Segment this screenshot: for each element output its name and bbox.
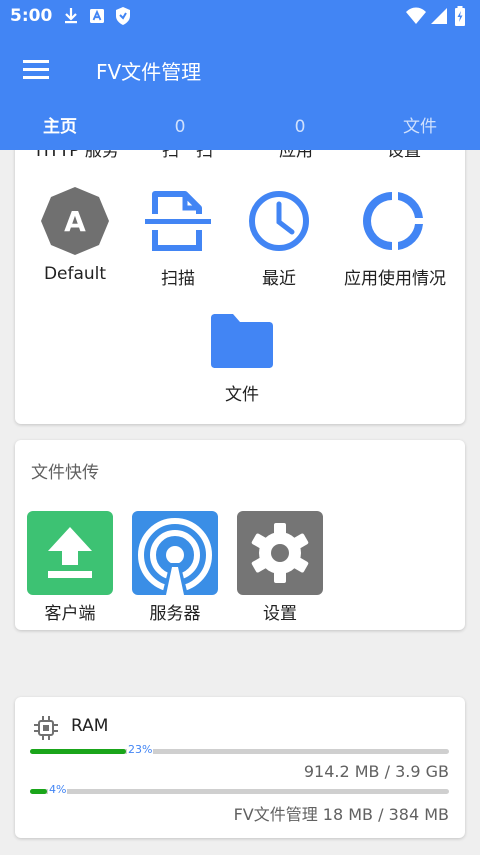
tool-default-theme[interactable]: A Default xyxy=(15,186,135,284)
app-title: FV文件管理 xyxy=(96,60,202,84)
transfer-client-tile[interactable]: 客户端 xyxy=(27,511,113,624)
tool-files[interactable]: 文件 xyxy=(182,310,302,405)
tab-second[interactable]: 0 xyxy=(120,104,240,150)
tab-third[interactable]: 0 xyxy=(240,104,360,150)
tool-recent[interactable]: 最近 xyxy=(219,186,339,289)
usage-ring-icon xyxy=(363,192,423,250)
tool-app-usage[interactable]: 应用使用情况 xyxy=(335,186,455,289)
app-header: 5:00 FV文件管理 主页 0 0 文件 xyxy=(0,0,480,150)
wifi-icon xyxy=(406,6,426,26)
system-ram-percent: 23% xyxy=(127,743,154,756)
system-ram-bar: 23% xyxy=(30,743,449,756)
tab-home[interactable]: 主页 xyxy=(0,104,120,150)
upload-icon xyxy=(48,527,92,578)
file-transfer-title: 文件快传 xyxy=(31,463,99,483)
signal-icon xyxy=(430,6,448,26)
download-icon xyxy=(62,6,80,26)
app-ram-usage: FV文件管理 18 MB / 384 MB xyxy=(233,805,449,824)
battery-icon xyxy=(454,6,472,26)
system-ram-usage: 914.2 MB / 3.9 GB xyxy=(303,762,449,781)
status-bar: 5:00 xyxy=(0,0,480,32)
transfer-settings-tile[interactable]: 设置 xyxy=(237,511,323,624)
broadcast-icon xyxy=(138,518,212,595)
tools-card: HTTP 服务 扫一扫 应用 设置 A Default 扫描 最近 应用使用情况… xyxy=(15,120,465,424)
ram-card: RAM 23% 914.2 MB / 3.9 GB 4% FV文件管理 18 M… xyxy=(15,697,465,838)
transfer-server-label: 服务器 xyxy=(149,604,201,624)
toolbar: FV文件管理 xyxy=(0,40,480,100)
folder-icon xyxy=(211,314,273,368)
shield-icon xyxy=(114,6,132,26)
app-ram-percent: 4% xyxy=(48,783,68,796)
tool-app-usage-label: 应用使用情况 xyxy=(344,269,446,289)
ram-title: RAM xyxy=(71,716,109,736)
tool-recent-label: 最近 xyxy=(262,269,296,289)
system-ram-bar-fill xyxy=(30,749,126,754)
gear-icon xyxy=(251,523,309,583)
app-ram-bar-fill xyxy=(30,789,47,794)
clock-icon xyxy=(249,191,309,251)
tab-files[interactable]: 文件 xyxy=(360,104,480,150)
transfer-client-label: 客户端 xyxy=(44,604,96,624)
chip-icon xyxy=(34,716,58,740)
tool-default-label: Default xyxy=(43,264,107,284)
svg-text:A: A xyxy=(64,205,86,238)
menu-button[interactable] xyxy=(20,54,54,86)
font-a-icon xyxy=(88,6,106,26)
transfer-server-tile[interactable]: 服务器 xyxy=(132,511,218,624)
file-transfer-card: 文件快传 客户端 服务器 设置 xyxy=(15,440,465,630)
tool-files-label: 文件 xyxy=(225,385,259,405)
scan-document-icon xyxy=(145,191,211,251)
hamburger-menu-icon xyxy=(23,60,49,79)
theme-a-icon: A xyxy=(41,187,109,255)
tab-bar: 主页 0 0 文件 xyxy=(0,104,480,150)
app-ram-bar: 4% xyxy=(30,783,449,796)
status-time: 5:00 xyxy=(10,6,53,26)
transfer-settings-label: 设置 xyxy=(263,604,297,624)
